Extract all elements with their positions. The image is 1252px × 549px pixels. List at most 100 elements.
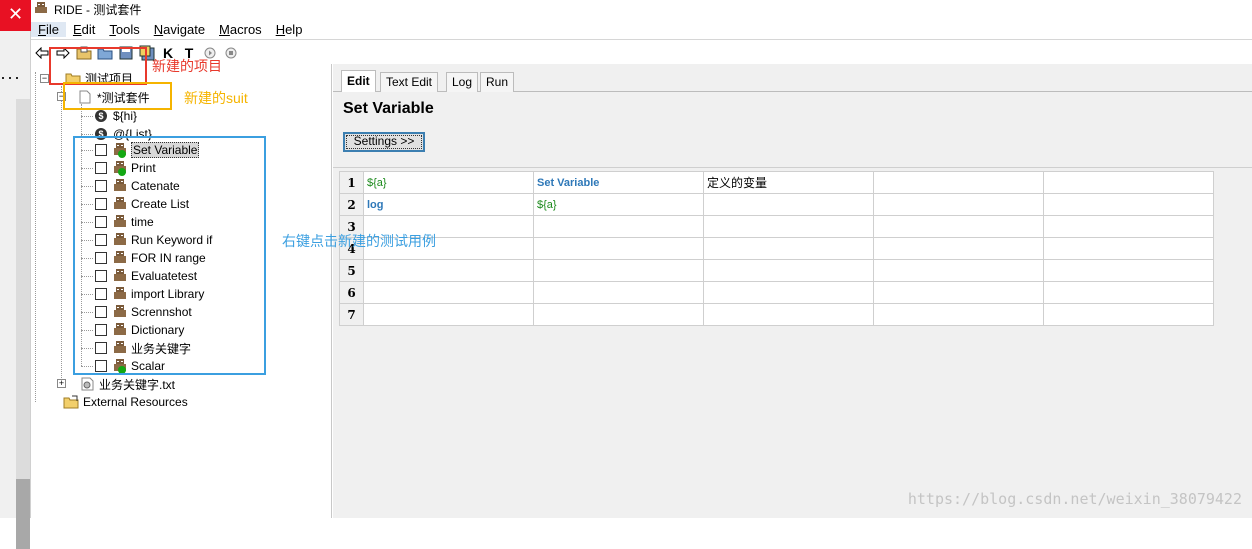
grid-cell[interactable] <box>1043 259 1214 282</box>
grid-cell[interactable] <box>703 215 874 238</box>
tab-log[interactable]: Log <box>446 72 479 92</box>
menu-mnemonic: H <box>275 21 286 37</box>
keyword-grid[interactable]: 1 ${a} Set Variable 定义的变量 2 log ${a} 3 4 5 6 7 <box>339 171 1214 326</box>
table-row[interactable]: 3 <box>339 215 1214 238</box>
stop-icon[interactable] <box>222 44 240 62</box>
grid-cell[interactable] <box>873 193 1044 216</box>
table-row[interactable]: 6 <box>339 281 1214 304</box>
table-row[interactable]: 5 <box>339 259 1214 282</box>
grid-cell-text: ${a} <box>537 198 557 211</box>
table-row[interactable]: 1 ${a} Set Variable 定义的变量 <box>339 171 1214 194</box>
row-number[interactable]: 5 <box>339 259 364 282</box>
grid-cell[interactable] <box>1043 237 1214 260</box>
tree-guide-line <box>35 72 36 402</box>
grid-cell[interactable] <box>533 259 704 282</box>
grid-cell[interactable] <box>363 259 534 282</box>
menu-mnemonic: F <box>38 21 46 37</box>
menu-mnemonic: M <box>219 21 230 37</box>
grid-cell[interactable] <box>703 303 874 326</box>
grid-cell-text: Set Variable <box>537 176 600 189</box>
grid-cell[interactable] <box>533 215 704 238</box>
window-title: RIDE - 测试套件 <box>54 3 142 17</box>
grid-cell[interactable]: 定义的变量 <box>703 171 874 194</box>
grid-cell[interactable] <box>1043 171 1214 194</box>
settings-button[interactable]: Settings >> <box>343 132 425 152</box>
grid-cell[interactable]: Set Variable <box>533 171 704 194</box>
grid-cell-text: ${a} <box>367 176 387 189</box>
grid-cell[interactable]: log <box>363 193 534 216</box>
table-row[interactable]: 7 <box>339 303 1214 326</box>
tab-edit[interactable]: Edit <box>341 70 376 93</box>
menu-item-navigate[interactable]: Navigate <box>147 22 212 37</box>
tree-item-external-resources[interactable]: External Resources <box>63 393 188 411</box>
tree-item-variable-label: ${hi} <box>113 109 138 123</box>
robot-app-icon <box>35 2 47 13</box>
grid-cell[interactable] <box>703 281 874 304</box>
scrollbar-thumb[interactable] <box>16 479 30 549</box>
tab-run[interactable]: Run <box>480 72 515 92</box>
grid-cell[interactable] <box>873 303 1044 326</box>
gear-file-icon <box>81 377 94 391</box>
more-dots-icon[interactable]: ··· <box>0 68 20 86</box>
grid-cell[interactable] <box>873 171 1044 194</box>
grid-cell[interactable] <box>703 237 874 260</box>
grid-cell[interactable] <box>873 215 1044 238</box>
editor-panel: Edit Text Edit Log Run Set Variable Setting… <box>333 64 1252 518</box>
tree-guide-line <box>81 116 93 117</box>
menu-separator <box>31 39 1252 40</box>
table-row[interactable]: 4 <box>339 237 1214 260</box>
left-collapsed-pane: ··· <box>0 31 31 549</box>
menu-bar: File Edit Tools Navigate Macros Help <box>31 18 1252 40</box>
grid-cell[interactable] <box>533 281 704 304</box>
table-row[interactable]: 2 log ${a} <box>339 193 1214 216</box>
project-collapse-toggle[interactable]: − <box>40 74 49 83</box>
tree-item-resource-file[interactable]: 业务关键字.txt <box>81 375 175 393</box>
menu-label-rest: ile <box>45 21 59 37</box>
grid-cell[interactable] <box>873 259 1044 282</box>
resource-expand-toggle[interactable]: + <box>57 379 66 388</box>
menu-mnemonic: N <box>153 21 164 37</box>
menu-item-file[interactable]: File <box>31 21 66 37</box>
row-number[interactable]: 2 <box>339 193 364 216</box>
menu-item-macros[interactable]: Macros <box>212 22 269 37</box>
grid-cell[interactable] <box>873 237 1044 260</box>
external-folder-icon <box>63 395 79 409</box>
grid-cell[interactable] <box>533 237 704 260</box>
menu-mnemonic: E <box>72 21 82 37</box>
grid-cell-text: log <box>367 198 384 211</box>
annotation-box-suite <box>63 82 172 110</box>
settings-divider <box>333 167 1252 168</box>
row-number[interactable]: 7 <box>339 303 364 326</box>
grid-cell[interactable] <box>703 193 874 216</box>
grid-cell[interactable] <box>363 303 534 326</box>
grid-cell[interactable] <box>1043 303 1214 326</box>
tree-item-external-label: External Resources <box>83 395 188 409</box>
menu-label-rest: ools <box>115 21 140 37</box>
row-number[interactable]: 6 <box>339 281 364 304</box>
menu-item-tools[interactable]: Tools <box>102 22 146 37</box>
annotation-box-project <box>49 47 147 85</box>
grid-cell[interactable] <box>533 303 704 326</box>
menu-item-edit[interactable]: Edit <box>66 22 102 37</box>
grid-cell[interactable] <box>1043 281 1214 304</box>
grid-cell[interactable] <box>873 281 1044 304</box>
grid-cell[interactable] <box>1043 193 1214 216</box>
keyword-title: Set Variable <box>343 100 434 117</box>
close-icon[interactable]: ✕ <box>0 0 31 31</box>
scrollbar-track[interactable] <box>16 99 30 479</box>
grid-cell-text: 定义的变量 <box>707 176 768 190</box>
grid-cell[interactable] <box>703 259 874 282</box>
tab-text-edit[interactable]: Text Edit <box>380 72 439 92</box>
tree-item-resource-label: 业务关键字.txt <box>99 377 176 392</box>
row-number[interactable]: 1 <box>339 171 364 194</box>
annotation-text-project: 新建的项目 <box>152 58 222 74</box>
grid-cell[interactable] <box>1043 215 1214 238</box>
tree-guide-line <box>61 86 62 384</box>
menu-item-help[interactable]: Help <box>269 22 310 37</box>
grid-cell[interactable]: ${a} <box>363 171 534 194</box>
menu-label-rest: avigate <box>163 21 206 37</box>
variable-icon: $ <box>95 110 107 122</box>
grid-cell[interactable] <box>363 281 534 304</box>
grid-cell[interactable]: ${a} <box>533 193 704 216</box>
menu-label-rest: acros <box>229 21 262 37</box>
